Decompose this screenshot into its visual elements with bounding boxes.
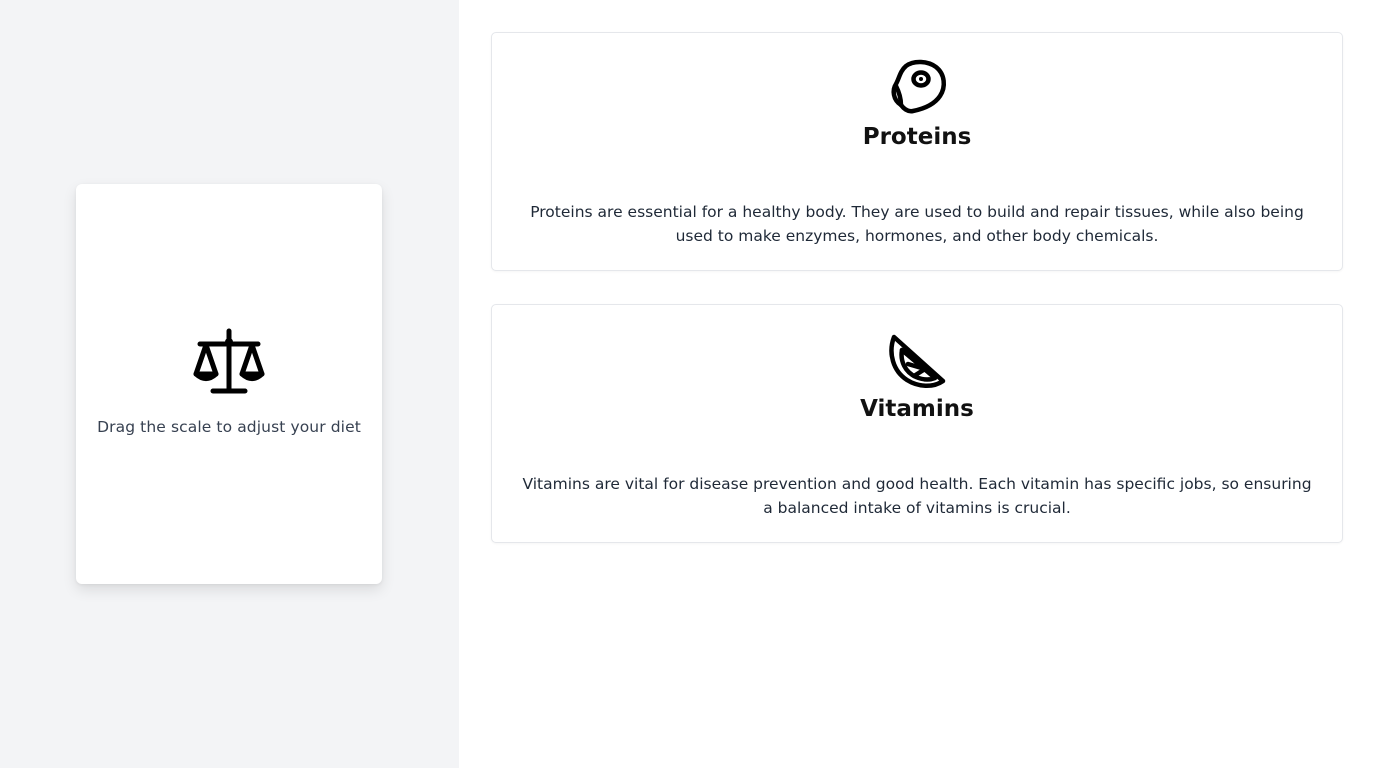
- app-layout: Drag the scale to adjust your diet Prote…: [0, 0, 1376, 768]
- proteins-card: Proteins Proteins are essential for a he…: [491, 32, 1343, 271]
- scale-caption: Drag the scale to adjust your diet: [97, 418, 361, 436]
- meat-icon: [891, 59, 946, 114]
- vitamins-title: Vitamins: [860, 396, 974, 422]
- main-content: Proteins Proteins are essential for a he…: [459, 0, 1376, 768]
- vitamins-card: Vitamins Vitamins are vital for disease …: [491, 304, 1343, 543]
- scale-icon[interactable]: [192, 328, 266, 396]
- citrus-icon: [889, 334, 946, 388]
- proteins-description: Proteins are essential for a healthy bod…: [530, 203, 1304, 245]
- proteins-title: Proteins: [862, 124, 972, 150]
- left-panel: Drag the scale to adjust your diet: [0, 0, 459, 768]
- vitamins-description: Vitamins are vital for disease preventio…: [522, 475, 1312, 517]
- scale-card[interactable]: Drag the scale to adjust your diet: [76, 184, 382, 584]
